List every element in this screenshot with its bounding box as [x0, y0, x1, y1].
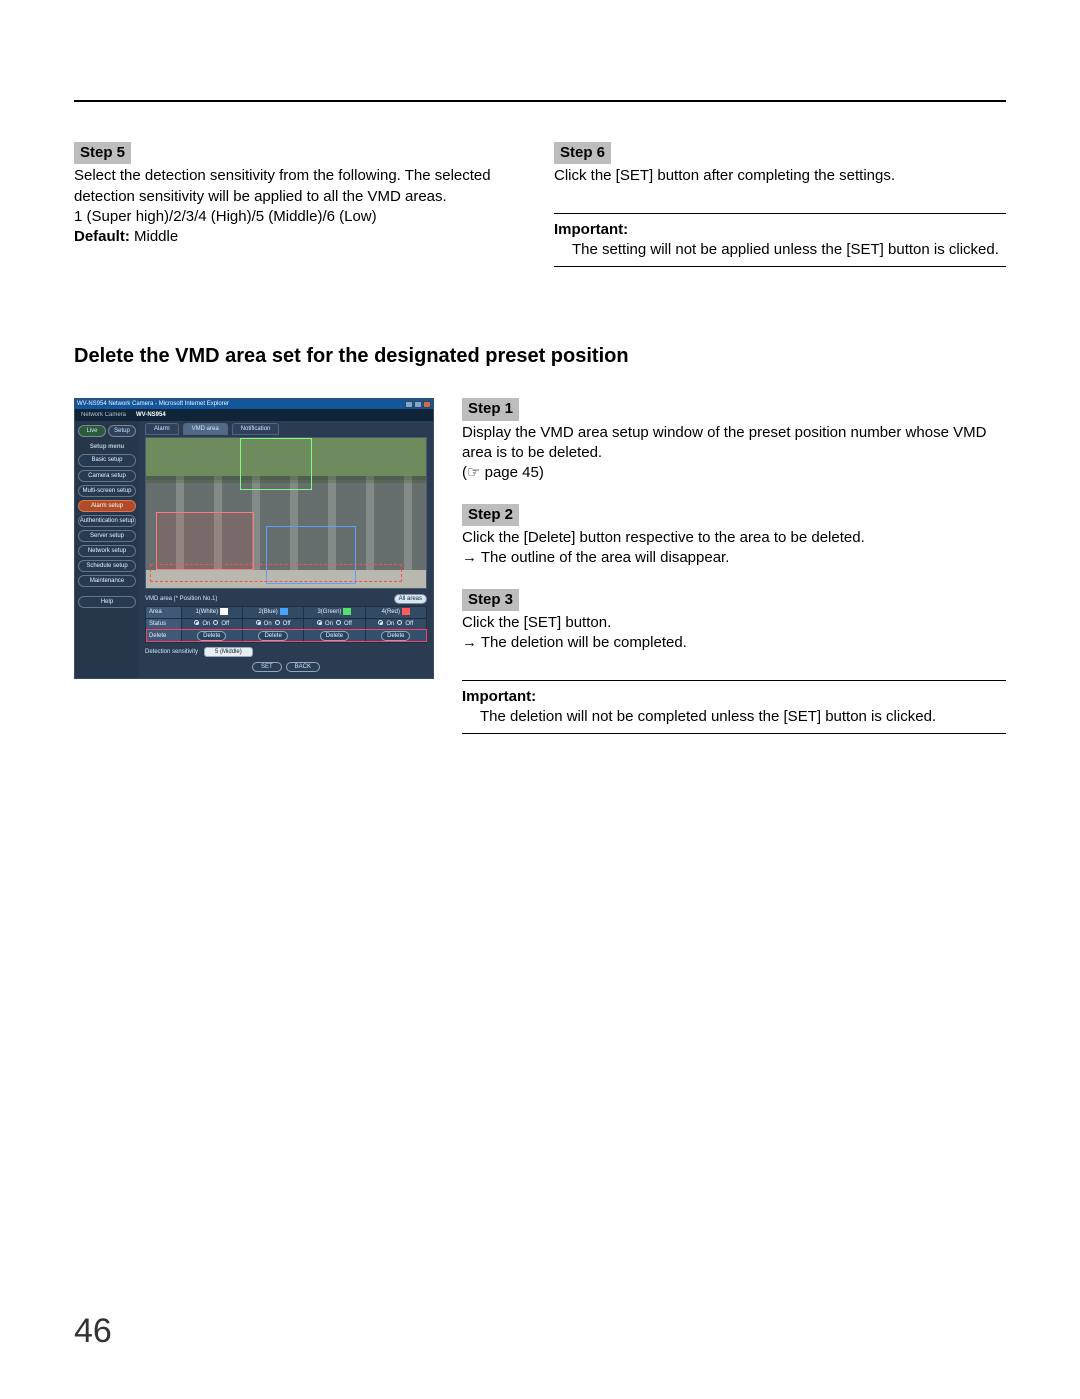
- window-title: WV-NS954 Network Camera - Microsoft Inte…: [77, 400, 229, 408]
- delete-area-4-button[interactable]: Delete: [381, 631, 410, 641]
- delete-area-3-button[interactable]: Delete: [320, 631, 349, 641]
- tab-notification[interactable]: Notification: [232, 423, 280, 435]
- step6-text-1: Click the [SET] button after completing …: [554, 166, 1006, 186]
- important-rule-top: [554, 213, 1006, 214]
- important2-rule-top: [462, 680, 1006, 681]
- sidebar-item-camera[interactable]: Camera setup: [78, 470, 136, 482]
- window-close-button[interactable]: [423, 401, 431, 408]
- vmd-config-title: VMD area (* Position No.1): [145, 595, 217, 603]
- step3-label: Step 3: [462, 589, 519, 611]
- row-area-label: Area: [146, 607, 182, 618]
- step2-text-2: → The outline of the area will disappear…: [462, 548, 1006, 568]
- brand-row: Network Camera WV-NS954: [75, 409, 433, 421]
- section-title: Delete the VMD area set for the designat…: [74, 343, 1006, 370]
- step1-text-1: Display the VMD area setup window of the…: [462, 423, 1006, 464]
- sidebar-item-schedule[interactable]: Schedule setup: [78, 560, 136, 572]
- row-delete-label: Delete: [146, 629, 182, 642]
- page-top-rule: [74, 100, 1006, 102]
- live-button[interactable]: Live: [78, 425, 106, 437]
- sidebar-item-maintenance[interactable]: Maintenance: [78, 575, 136, 587]
- setup-button[interactable]: Setup: [108, 425, 136, 437]
- sensitivity-select[interactable]: 5 (Middle): [204, 647, 253, 657]
- important2-label: Important:: [462, 687, 1006, 707]
- important2-rule-bottom: [462, 733, 1006, 734]
- right-instructions: Step 1 Display the VMD area setup window…: [462, 398, 1006, 740]
- status-3[interactable]: On Off: [304, 618, 365, 629]
- step2-text-1: Click the [Delete] button respective to …: [462, 528, 1006, 548]
- window-min-button[interactable]: [405, 401, 413, 408]
- step6-label: Step 6: [554, 142, 611, 164]
- step2-label: Step 2: [462, 504, 519, 526]
- step5-label: Step 5: [74, 142, 131, 164]
- sidebar-item-basic[interactable]: Basic setup: [78, 454, 136, 466]
- step3-text-1: Click the [SET] button.: [462, 613, 1006, 633]
- area-2-header: 2(Blue): [242, 607, 303, 618]
- sidebar-item-multiscreen[interactable]: Multi-screen setup: [78, 485, 136, 497]
- page-number: 46: [74, 1309, 112, 1355]
- step5-default: Default: Middle: [74, 227, 526, 247]
- vmd-area-4-red[interactable]: [156, 512, 254, 570]
- important-text-1: The setting will not be applied unless t…: [572, 240, 1006, 260]
- window-titlebar: WV-NS954 Network Camera - Microsoft Inte…: [75, 399, 433, 409]
- step5-text-1: Select the detection sensitivity from th…: [74, 166, 526, 207]
- sidebar-item-alarm[interactable]: Alarm setup: [78, 500, 136, 512]
- step1-label: Step 1: [462, 398, 519, 420]
- status-2[interactable]: On Off: [242, 618, 303, 629]
- area-4-header: 4(Red): [365, 607, 426, 618]
- delete-row-highlight: Delete Delete Delete Delete Delete: [146, 629, 427, 642]
- step6-block: Step 6 Click the [SET] button after comp…: [554, 142, 1006, 273]
- back-button[interactable]: BACK: [286, 662, 320, 672]
- default-label: Default:: [74, 228, 130, 245]
- important-label-1: Important:: [554, 220, 1006, 240]
- row-status-label: Status: [146, 618, 182, 629]
- status-4[interactable]: On Off: [365, 618, 426, 629]
- tab-vmd-area[interactable]: VMD area: [183, 423, 228, 435]
- sidebar-item-server[interactable]: Server setup: [78, 530, 136, 542]
- screenshot-panel: WV-NS954 Network Camera - Microsoft Inte…: [74, 398, 434, 740]
- delete-area-1-button[interactable]: Delete: [197, 631, 226, 641]
- all-areas-button[interactable]: All areas: [394, 594, 427, 604]
- vmd-config: VMD area (* Position No.1) All areas Are…: [145, 594, 427, 672]
- sidebar-item-auth[interactable]: Authentication setup: [78, 515, 136, 527]
- brand-sub: Network Camera: [81, 411, 126, 419]
- tab-alarm[interactable]: Alarm: [145, 423, 179, 435]
- set-button[interactable]: SET: [252, 662, 282, 672]
- main-two-columns: WV-NS954 Network Camera - Microsoft Inte…: [74, 398, 1006, 740]
- delete-area-2-button[interactable]: Delete: [258, 631, 287, 641]
- area-3-header: 3(Green): [304, 607, 365, 618]
- camera-preview[interactable]: [145, 437, 427, 589]
- ie-window: WV-NS954 Network Camera - Microsoft Inte…: [74, 398, 434, 679]
- important2-text: The deletion will not be completed unles…: [480, 707, 1006, 727]
- status-1[interactable]: On Off: [181, 618, 242, 629]
- default-value: Middle: [130, 228, 178, 245]
- step1-text-2: (☞ page 45): [462, 463, 1006, 483]
- sidebar: Live Setup Setup menu Basic setup Camera…: [75, 421, 139, 678]
- sensitivity-label: Detection sensitivity: [145, 648, 198, 656]
- vmd-area-detect-line: [150, 564, 402, 582]
- step5-text-2: 1 (Super high)/2/3/4 (High)/5 (Middle)/6…: [74, 207, 526, 227]
- brand-model: WV-NS954: [136, 411, 166, 419]
- main-area: Alarm VMD area Notification VMD area (*: [139, 421, 433, 678]
- vmd-area-3-green[interactable]: [240, 438, 312, 490]
- sidebar-item-network[interactable]: Network setup: [78, 545, 136, 557]
- top-two-columns: Step 5 Select the detection sensitivity …: [74, 142, 1006, 273]
- setup-menu-header: Setup menu: [78, 443, 136, 451]
- window-max-button[interactable]: [414, 401, 422, 408]
- area-1-header: 1(White): [181, 607, 242, 618]
- step5-block: Step 5 Select the detection sensitivity …: [74, 142, 526, 273]
- sidebar-item-help[interactable]: Help: [78, 596, 136, 608]
- important-rule-bottom: [554, 266, 1006, 267]
- vmd-config-table: Area 1(White) 2(Blue) 3(Green) 4(Red) St…: [145, 606, 427, 642]
- step3-text-2: → The deletion will be completed.: [462, 633, 1006, 653]
